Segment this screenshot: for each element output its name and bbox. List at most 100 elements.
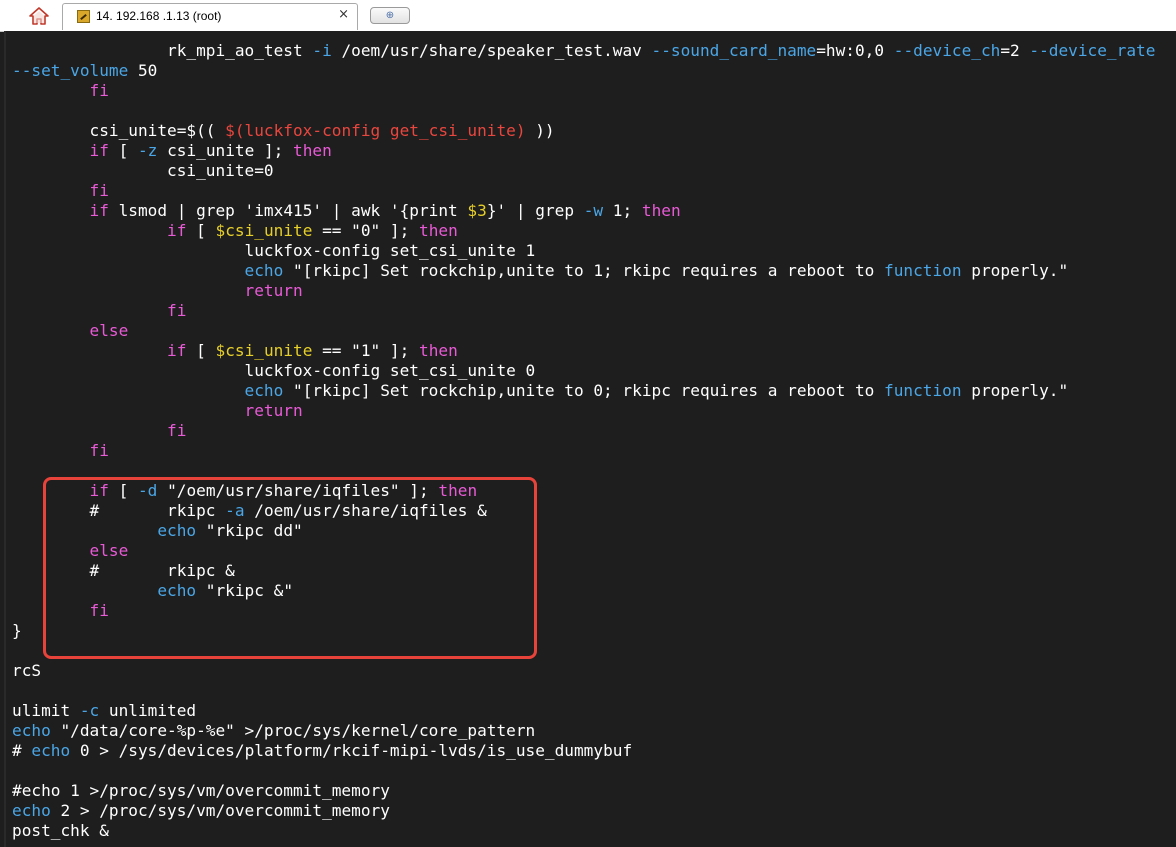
terminal-token: -z [137, 141, 158, 160]
terminal-token: if [167, 341, 187, 360]
terminal-token: $3 [467, 201, 487, 220]
terminal-token: 0 > /sys/devices/platform/rkcif-mipi-lvd… [70, 741, 633, 760]
terminal-token: properly." [961, 381, 1069, 400]
terminal-token: fi [89, 181, 109, 200]
terminal-token: /oem/usr/share/speaker_test.wav [331, 41, 652, 60]
terminal-token: -i [312, 41, 332, 60]
terminal-token: "/data/core-%p-%e" >/proc/sys/kernel/cor… [50, 721, 536, 740]
terminal-line: if lsmod | grep 'imx415' | awk '{print $… [12, 201, 1155, 221]
tab-session-root[interactable]: 14. 192.168 .1.13 (root) × [62, 3, 358, 30]
home-button[interactable] [24, 4, 54, 28]
terminal-token: 1; [603, 201, 642, 220]
terminal-token: return [244, 401, 303, 420]
terminal-session-icon [77, 10, 90, 23]
terminal-line: csi_unite=0 [12, 161, 1155, 181]
terminal-line: fi [12, 421, 1155, 441]
terminal-token: else [89, 541, 129, 560]
terminal-token: "/oem/usr/share/iqfiles" ]; [157, 481, 439, 500]
terminal-token: --set_volume [12, 61, 129, 80]
terminal-token: 50 [128, 61, 158, 80]
terminal-token: # rkipc & [12, 561, 235, 580]
terminal-token: rk_mpi_ao_test [12, 41, 313, 60]
new-tab-button[interactable]: ⊕ [370, 7, 410, 24]
terminal-token: echo [244, 261, 284, 280]
terminal-token: -d [137, 481, 158, 500]
terminal-line: echo "rkipc dd" [12, 521, 1155, 541]
terminal-line: fi [12, 601, 1155, 621]
terminal-token: -c [79, 701, 100, 720]
terminal-line: if [ $csi_unite == "0" ]; then [12, 221, 1155, 241]
terminal-token: if [89, 201, 109, 220]
terminal-token: == "0" ]; [312, 221, 419, 240]
terminal-token: if [89, 481, 109, 500]
home-icon [29, 7, 49, 25]
terminal-token: == "1" ]; [312, 341, 419, 360]
terminal-line: --set_volume 50 [12, 61, 1155, 81]
terminal-token: if [167, 221, 187, 240]
terminal-token: fi [167, 421, 187, 440]
terminal-token: then [438, 481, 478, 500]
terminal-line: } [12, 621, 1155, 641]
terminal-token: then [641, 201, 681, 220]
terminal-line: else [12, 321, 1155, 341]
terminal-token: "[rkipc] Set rockchip,unite to 1; rkipc … [283, 261, 885, 280]
close-tab-icon[interactable]: × [338, 7, 349, 22]
terminal-token: echo [12, 801, 51, 820]
terminal-token: echo [157, 581, 197, 600]
terminal-view[interactable]: rk_mpi_ao_test -i /oem/usr/share/speaker… [4, 31, 1176, 847]
terminal-line: # rkipc & [12, 561, 1155, 581]
terminal-token: else [89, 321, 129, 340]
terminal-token: } [12, 621, 22, 640]
terminal-line: rcS [12, 661, 1155, 681]
terminal-line: csi_unite=$(( $(luckfox-config get_csi_u… [12, 121, 1155, 141]
terminal-line: fi [12, 301, 1155, 321]
terminal-line: fi [12, 441, 1155, 461]
terminal-output: rk_mpi_ao_test -i /oem/usr/share/speaker… [12, 41, 1155, 841]
terminal-token: "rkipc dd" [196, 521, 303, 540]
terminal-token: #echo 1 >/proc/sys/vm/overcommit_memory [12, 781, 390, 800]
terminal-token: /oem/usr/share/iqfiles & [244, 501, 487, 520]
terminal-token: fi [167, 301, 187, 320]
terminal-token: -a [225, 501, 245, 520]
terminal-token: )) [525, 121, 555, 140]
terminal-line: luckfox-config set_csi_unite 0 [12, 361, 1155, 381]
terminal-token: then [419, 221, 458, 240]
terminal-token: if [89, 141, 109, 160]
terminal-line: fi [12, 181, 1155, 201]
terminal-token: [ [108, 141, 138, 160]
terminal-token: =hw:0,0 [816, 41, 894, 60]
terminal-token: [ [186, 341, 216, 360]
terminal-token: # rkipc [12, 501, 226, 520]
terminal-token: "rkipc &" [196, 581, 294, 600]
terminal-token: [ [186, 221, 216, 240]
terminal-token: --device_rate [1029, 41, 1156, 60]
terminal-token: function [884, 381, 962, 400]
terminal-token: $csi_unite [215, 221, 313, 240]
terminal-line: if [ -d "/oem/usr/share/iqfiles" ]; then [12, 481, 1155, 501]
terminal-line: return [12, 281, 1155, 301]
terminal-line: #echo 1 >/proc/sys/vm/overcommit_memory [12, 781, 1155, 801]
terminal-token: luckfox-config set_csi_unite 0 [12, 361, 536, 380]
terminal-token: rcS [12, 661, 42, 680]
terminal-token: function [884, 261, 962, 280]
terminal-token: ulimit [12, 701, 80, 720]
